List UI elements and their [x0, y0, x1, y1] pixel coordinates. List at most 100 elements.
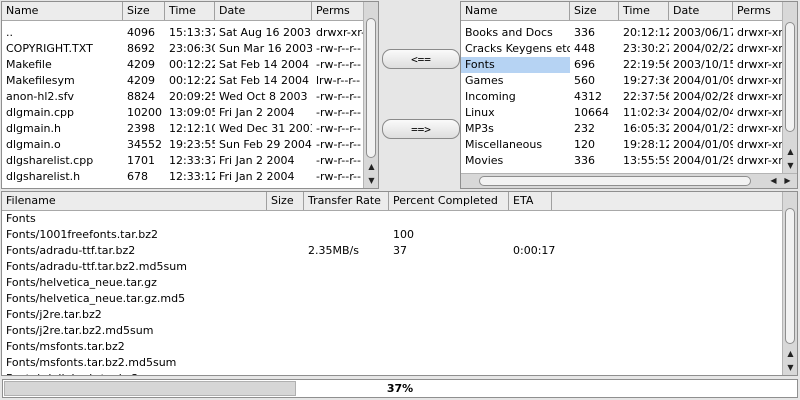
upload-button[interactable]: ==>: [382, 119, 460, 139]
local-file-row[interactable]: dlgsharelist.o939612:33:56Fri Jan 2 2004…: [2, 185, 363, 188]
queue-row[interactable]: Fonts/j2re.tar.bz2.md5sum: [2, 323, 782, 339]
local-file-row[interactable]: Makefile 4209 00:12:22 Sat Feb 14 2004 -rw-r…: [2, 57, 363, 73]
local-file-row-name: anon-hl2.sfv: [6, 90, 75, 103]
local-file-row-time: 15:13:37: [169, 26, 215, 39]
queue-row-filename: Fonts/adradu-ttf.tar.bz2: [6, 244, 136, 257]
remote-col-perms[interactable]: Perms: [733, 2, 783, 20]
queue-vertical-scrollbar[interactable]: ▲ ▼: [782, 192, 797, 375]
queue-row-size: [267, 323, 304, 339]
queue-row-filename: Fonts/1001freefonts.tar.bz2: [6, 228, 159, 241]
queue-col-eta[interactable]: ETA: [509, 192, 552, 210]
scroll-left-icon[interactable]: ◀: [766, 174, 781, 188]
remote-file-row[interactable]: MP3s 232 16:05:32 2004/01/23 drwxr-xr-x: [461, 121, 782, 137]
remote-file-row-date: 2003/06/17: [673, 26, 733, 39]
remote-col-name[interactable]: Name: [461, 2, 570, 20]
remote-col-time[interactable]: Time: [619, 2, 669, 20]
queue-row-eta: [509, 211, 569, 227]
scroll-right-icon[interactable]: ▶: [780, 174, 795, 188]
scroll-down-icon[interactable]: ▼: [783, 159, 797, 173]
local-file-row-perms: -rw-r--r--: [316, 90, 361, 103]
remote-horizontal-scrollbar[interactable]: ◀ ▶: [461, 173, 797, 188]
local-file-row-perms: -rw-r--r--: [316, 106, 361, 119]
local-file-row-time: 20:09:25: [169, 90, 215, 103]
local-file-row[interactable]: Makefilesym 4209 00:12:22 Sat Feb 14 2004 lr…: [2, 73, 363, 89]
local-file-list[interactable]: Name Size Time Date Perms .. 4096 15:13:37…: [1, 1, 379, 189]
remote-file-row-name: Movies: [465, 154, 504, 167]
remote-vertical-scrollbar[interactable]: ▲ ▼: [782, 2, 797, 173]
scroll-down-icon[interactable]: ▼: [364, 174, 378, 188]
remote-hscroll-thumb[interactable]: [479, 176, 751, 186]
queue-row-size: [267, 227, 304, 243]
remote-col-date[interactable]: Date: [669, 2, 733, 20]
remote-file-row[interactable]: Linux 10664 11:02:34 2004/02/04 drwxr-xr-x: [461, 105, 782, 121]
remote-scroll-thumb[interactable]: [785, 22, 795, 132]
queue-row[interactable]: Fonts/adradu-ttf.tar.bz2 2.35MB/s 37 0:00:1…: [2, 243, 782, 259]
remote-file-row[interactable]: Cracks Keygens etc 448 23:30:27 2004/02/22 d…: [461, 41, 782, 57]
remote-file-row[interactable]: Games 560 19:27:36 2004/01/09 drwxr-xr-x: [461, 73, 782, 89]
remote-file-row[interactable]: Books and Docs 336 20:12:12 2003/06/17 drwxr…: [461, 25, 782, 41]
remote-col-size[interactable]: Size: [570, 2, 619, 20]
queue-row-eta: [509, 339, 569, 355]
local-file-row[interactable]: COPYRIGHT.TXT 8692 23:06:30 Sun Mar 16 2003…: [2, 41, 363, 57]
queue-col-filename[interactable]: Filename: [2, 192, 267, 210]
remote-file-list[interactable]: Name Size Time Date Perms Books and Docs…: [460, 1, 798, 189]
local-file-row[interactable]: dlgmain.h 2398 12:12:10 Wed Dec 31 2003 -rw-…: [2, 121, 363, 137]
local-file-row-size: 2398: [127, 122, 155, 135]
remote-file-list-header: Name Size Time Date Perms: [461, 2, 797, 21]
queue-row[interactable]: Fonts/msfonts.tar.bz2.md5sum: [2, 355, 782, 371]
local-file-row-date: Wed Oct 8 2003: [219, 90, 308, 103]
local-col-name[interactable]: Name: [2, 2, 123, 20]
remote-file-row-size: 4312: [574, 90, 602, 103]
remote-file-row-time: 11:02:34: [623, 106, 669, 119]
remote-file-row-date: 2004/01/29: [673, 154, 733, 167]
local-file-row-name: Makefilesym: [6, 74, 75, 87]
queue-row-percent: [389, 323, 509, 339]
local-file-row-perms: -rw-r--r--: [312, 185, 363, 188]
local-file-list-header: Name Size Time Date Perms: [2, 2, 378, 21]
local-vertical-scrollbar[interactable]: ▲ ▼: [363, 2, 378, 188]
local-file-row[interactable]: .. 4096 15:13:37 Sat Aug 16 2003 drwxr-xr-x: [2, 25, 363, 41]
queue-row[interactable]: Fonts/msfonts.tar.bz2: [2, 339, 782, 355]
scroll-up-icon[interactable]: ▲: [783, 145, 797, 159]
queue-row[interactable]: Fonts/winlinbody.tar.bz2: [2, 371, 782, 375]
local-file-row[interactable]: anon-hl2.sfv 8824 20:09:25 Wed Oct 8 2003 -r…: [2, 89, 363, 105]
local-file-row[interactable]: dlgsharelist.cpp 1701 12:33:37 Fri Jan 2 20…: [2, 153, 363, 169]
queue-row[interactable]: Fonts/1001freefonts.tar.bz2 100: [2, 227, 782, 243]
remote-file-row[interactable]: Miscellaneous 120 19:28:12 2004/01/09 drwxr-…: [461, 137, 782, 153]
queue-row-filename: Fonts/msfonts.tar.bz2: [6, 340, 125, 353]
queue-col-transfer-rate[interactable]: Transfer Rate: [304, 192, 389, 210]
local-file-row-size: 8824: [127, 90, 155, 103]
local-file-row[interactable]: dlgmain.o 34552 19:23:55 Sun Feb 29 2004 -rw…: [2, 137, 363, 153]
remote-file-row-perms: drwxr-xr-x: [737, 106, 782, 119]
queue-scroll-thumb[interactable]: [785, 208, 795, 344]
local-scroll-thumb[interactable]: [366, 18, 376, 158]
transfer-queue[interactable]: Filename Size Transfer Rate Percent Comp…: [1, 191, 798, 376]
queue-col-size[interactable]: Size: [267, 192, 304, 210]
queue-row[interactable]: Fonts/adradu-ttf.tar.bz2.md5sum: [2, 259, 782, 275]
local-col-date[interactable]: Date: [215, 2, 312, 20]
download-button[interactable]: <==: [382, 49, 460, 69]
local-col-perms[interactable]: Perms: [312, 2, 364, 20]
queue-row-filename: Fonts/winlinbody.tar.bz2: [2, 371, 267, 375]
local-file-row-perms: -rw-r--r--: [316, 42, 361, 55]
local-file-row[interactable]: dlgsharelist.h 678 12:33:12 Fri Jan 2 2004-…: [2, 169, 363, 185]
scroll-up-icon[interactable]: ▲: [364, 160, 378, 174]
queue-row[interactable]: Fonts/helvetica_neue.tar.gz: [2, 275, 782, 291]
local-file-row-time: 23:06:30: [169, 42, 215, 55]
scroll-up-icon[interactable]: ▲: [783, 347, 797, 361]
queue-row[interactable]: Fonts/helvetica_neue.tar.gz.md5: [2, 291, 782, 307]
queue-row-eta: [509, 291, 569, 307]
remote-file-row[interactable]: Incoming 4312 22:37:56 2004/02/28 drwxr-xr-x: [461, 89, 782, 105]
local-file-row-date: Sat Aug 16 2003: [219, 26, 311, 39]
queue-row[interactable]: Fonts: [2, 211, 782, 227]
local-col-size[interactable]: Size: [123, 2, 165, 20]
local-file-row[interactable]: dlgmain.cpp 10200 13:09:05 Fri Jan 2 2004 -r…: [2, 105, 363, 121]
remote-file-row-perms: drwxr-xr-x: [737, 74, 782, 87]
remote-file-row[interactable]: Movies 336 13:55:59 2004/01/29 drwxr-xr-x: [461, 153, 782, 169]
remote-file-row[interactable]: Fonts 696 22:19:56 2003/10/15 drwxr-xr-x: [461, 57, 782, 73]
local-col-time[interactable]: Time: [165, 2, 215, 20]
scroll-down-icon[interactable]: ▼: [783, 361, 797, 375]
queue-row-filename: Fonts/helvetica_neue.tar.gz: [6, 276, 157, 289]
queue-col-percent[interactable]: Percent Completed: [389, 192, 509, 210]
queue-row[interactable]: Fonts/j2re.tar.bz2: [2, 307, 782, 323]
